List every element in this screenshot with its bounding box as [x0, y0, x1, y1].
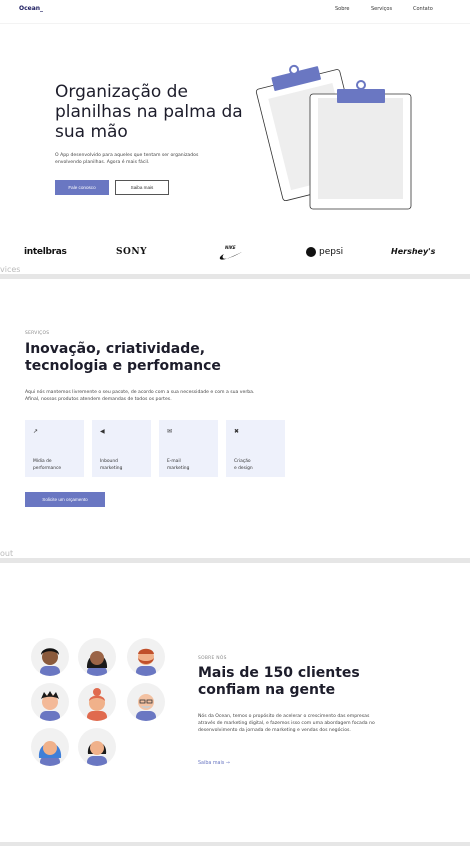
clipboard-illustration [255, 64, 412, 210]
person-avatar-icon [40, 648, 60, 676]
brand-nike: NIKE [219, 245, 243, 265]
logo[interactable]: Ocean_ [19, 5, 43, 12]
section-divider [0, 558, 470, 563]
nav-divider [0, 23, 470, 24]
megaphone-icon: ◀ [100, 428, 105, 435]
avatar [78, 683, 116, 721]
avatar [127, 683, 165, 721]
avatar [31, 683, 69, 721]
avatar [78, 638, 116, 676]
avatar [127, 638, 165, 676]
service-card-label: Inbound marketing [100, 459, 123, 471]
avatar-grid [31, 638, 171, 768]
services-text: Aqui nós mantemos livremente o seu pacot… [25, 390, 255, 402]
section-anchor-label: out [0, 549, 14, 558]
person-avatar-icon [86, 651, 108, 676]
service-card-label: Criação e design [234, 459, 253, 471]
service-card-design[interactable]: ✖ Criação e design [226, 420, 285, 477]
brand-hersheys: Hershey's [391, 247, 436, 256]
quote-button[interactable]: Solicite um orçamento [25, 492, 105, 507]
section-anchor-label: vices [0, 265, 21, 274]
person-avatar-icon [136, 648, 156, 676]
services-eyebrow: SERVIÇOS [25, 331, 50, 336]
service-card-label: Mídia de performance [33, 459, 62, 471]
brand-nike-text: NIKE [225, 245, 236, 250]
person-avatar-icon [136, 694, 156, 721]
brand-sony: SONY [116, 247, 147, 257]
person-avatar-icon [40, 691, 60, 721]
section-divider [0, 842, 470, 846]
nike-swoosh-icon [219, 252, 242, 260]
hero-title: Organização de planilhas na palma da sua… [55, 82, 243, 142]
learn-more-button[interactable]: Saiba mais [115, 180, 169, 195]
service-card-performance[interactable]: ↗ Mídia de performance [25, 420, 84, 477]
pepsi-globe-icon [306, 247, 316, 257]
services-title: Inovação, criatividade, tecnologia e per… [25, 341, 221, 374]
avatar [31, 728, 69, 766]
service-card-label: E-mail marketing [167, 459, 190, 471]
brand-pepsi: pepsi [306, 247, 343, 257]
person-avatar-icon [38, 741, 62, 766]
mail-icon: ✉ [167, 428, 173, 435]
avatar [31, 638, 69, 676]
avatar [78, 728, 116, 766]
person-avatar-icon [87, 688, 107, 721]
about-title: Mais de 150 clientes confiam na gente [198, 665, 360, 698]
section-divider [0, 274, 470, 279]
brand-intelbras: intelbras [24, 247, 67, 257]
person-avatar-icon [87, 741, 107, 766]
brand-pepsi-text: pepsi [319, 247, 344, 257]
design-icon: ✖ [234, 428, 240, 435]
about-text: Nós da Ocean, temos o propósito de acele… [198, 714, 375, 733]
service-card-email[interactable]: ✉ E-mail marketing [159, 420, 218, 477]
contact-button[interactable]: Fale conosco [55, 180, 109, 195]
hero-text: O App desenvolvido para aqueles que tent… [55, 153, 199, 165]
nav-link-sobre[interactable]: Sobre [335, 6, 349, 12]
nav-link-servicos[interactable]: Serviços [371, 6, 392, 12]
nav-link-contato[interactable]: Contato [413, 6, 433, 12]
about-learn-more-link[interactable]: Saiba mais → [198, 761, 230, 766]
chart-icon: ↗ [33, 428, 39, 435]
about-eyebrow: SOBRE NÓS [198, 656, 227, 661]
service-card-inbound[interactable]: ◀ Inbound marketing [92, 420, 151, 477]
